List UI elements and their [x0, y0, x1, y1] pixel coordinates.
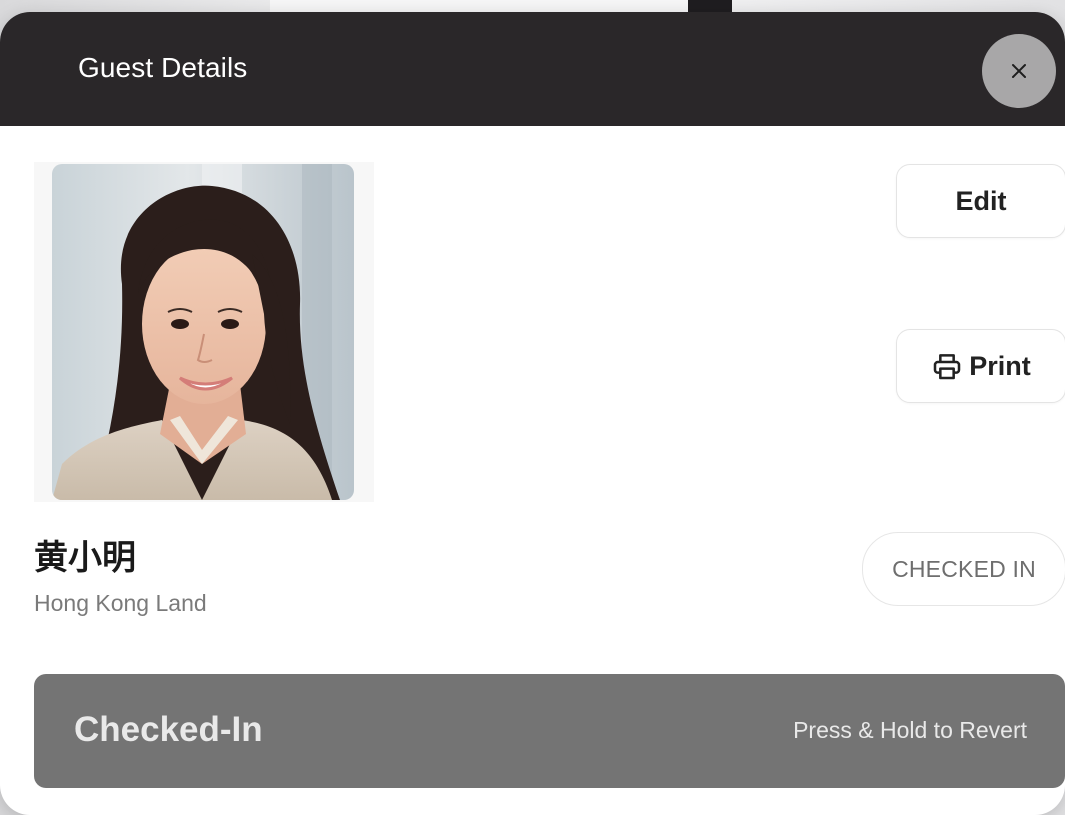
modal-title: Guest Details — [78, 52, 248, 83]
close-button[interactable] — [982, 34, 1056, 108]
edit-button-label: Edit — [955, 185, 1007, 216]
checkin-revert-hint: Press & Hold to Revert — [793, 717, 1027, 743]
guest-company: Hong Kong Land — [34, 590, 207, 616]
checkin-toggle-bar[interactable]: Checked-In Press & Hold to Revert — [34, 674, 1065, 788]
edit-button[interactable]: Edit — [896, 164, 1065, 238]
guest-details-modal: Guest Details Edit Print 黄小明 Hong Kong L… — [0, 12, 1065, 815]
status-badge: CHECKED IN — [862, 532, 1065, 606]
printer-icon — [933, 354, 961, 380]
modal-header: Guest Details — [0, 12, 1065, 126]
checkin-state-label: Checked-In — [74, 710, 263, 749]
print-button[interactable]: Print — [896, 329, 1065, 403]
guest-name: 黄小明 — [34, 538, 136, 578]
status-badge-label: CHECKED IN — [892, 555, 1036, 582]
close-icon — [1012, 64, 1026, 78]
guest-photo — [52, 164, 354, 500]
photo-frame — [34, 162, 374, 502]
print-button-label: Print — [969, 350, 1031, 381]
